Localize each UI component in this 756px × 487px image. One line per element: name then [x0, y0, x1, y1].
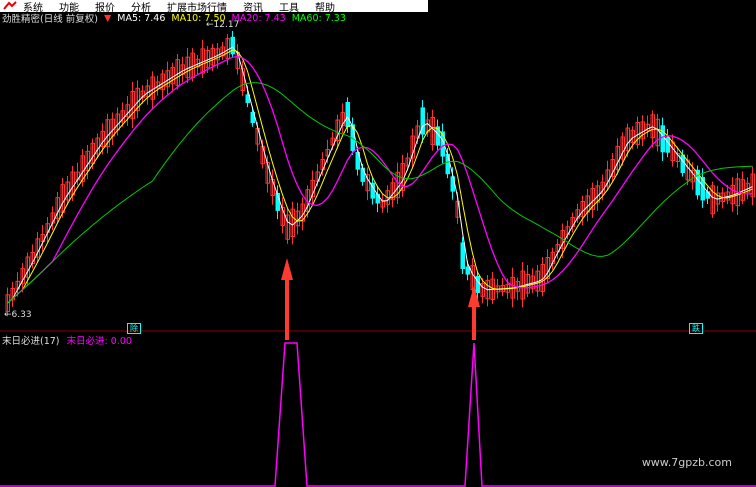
watermark: www.7gpzb.com: [641, 456, 732, 469]
ma-lines: [7, 46, 753, 304]
indicator-name: 末日必进(17): [2, 336, 60, 347]
ma20-line: [7, 55, 753, 304]
low-price-label: ←6.33: [4, 310, 32, 320]
candle-body: [660, 125, 665, 153]
high-price-label: ←12.17: [206, 20, 240, 30]
candle-body: [460, 242, 465, 269]
buy-signal-arrow-icon: [468, 285, 480, 340]
candle-body: [465, 266, 470, 275]
indicator-value: 末日必进: 0.00: [66, 336, 132, 347]
buy-signal-arrow-icon: [281, 258, 293, 340]
ma5-line: [7, 46, 753, 304]
candle-body: [445, 153, 450, 175]
fall-tag[interactable]: 跌: [689, 323, 703, 334]
signals: [0, 258, 756, 487]
candle-body: [345, 101, 350, 128]
candle-body: [230, 36, 235, 55]
candle-body: [680, 154, 685, 173]
candles: [5, 30, 755, 317]
kline-chart[interactable]: [0, 0, 756, 487]
indicator-title: 末日必进(17) 末日必进: 0.00: [2, 333, 132, 347]
ma10-line: [7, 49, 753, 304]
